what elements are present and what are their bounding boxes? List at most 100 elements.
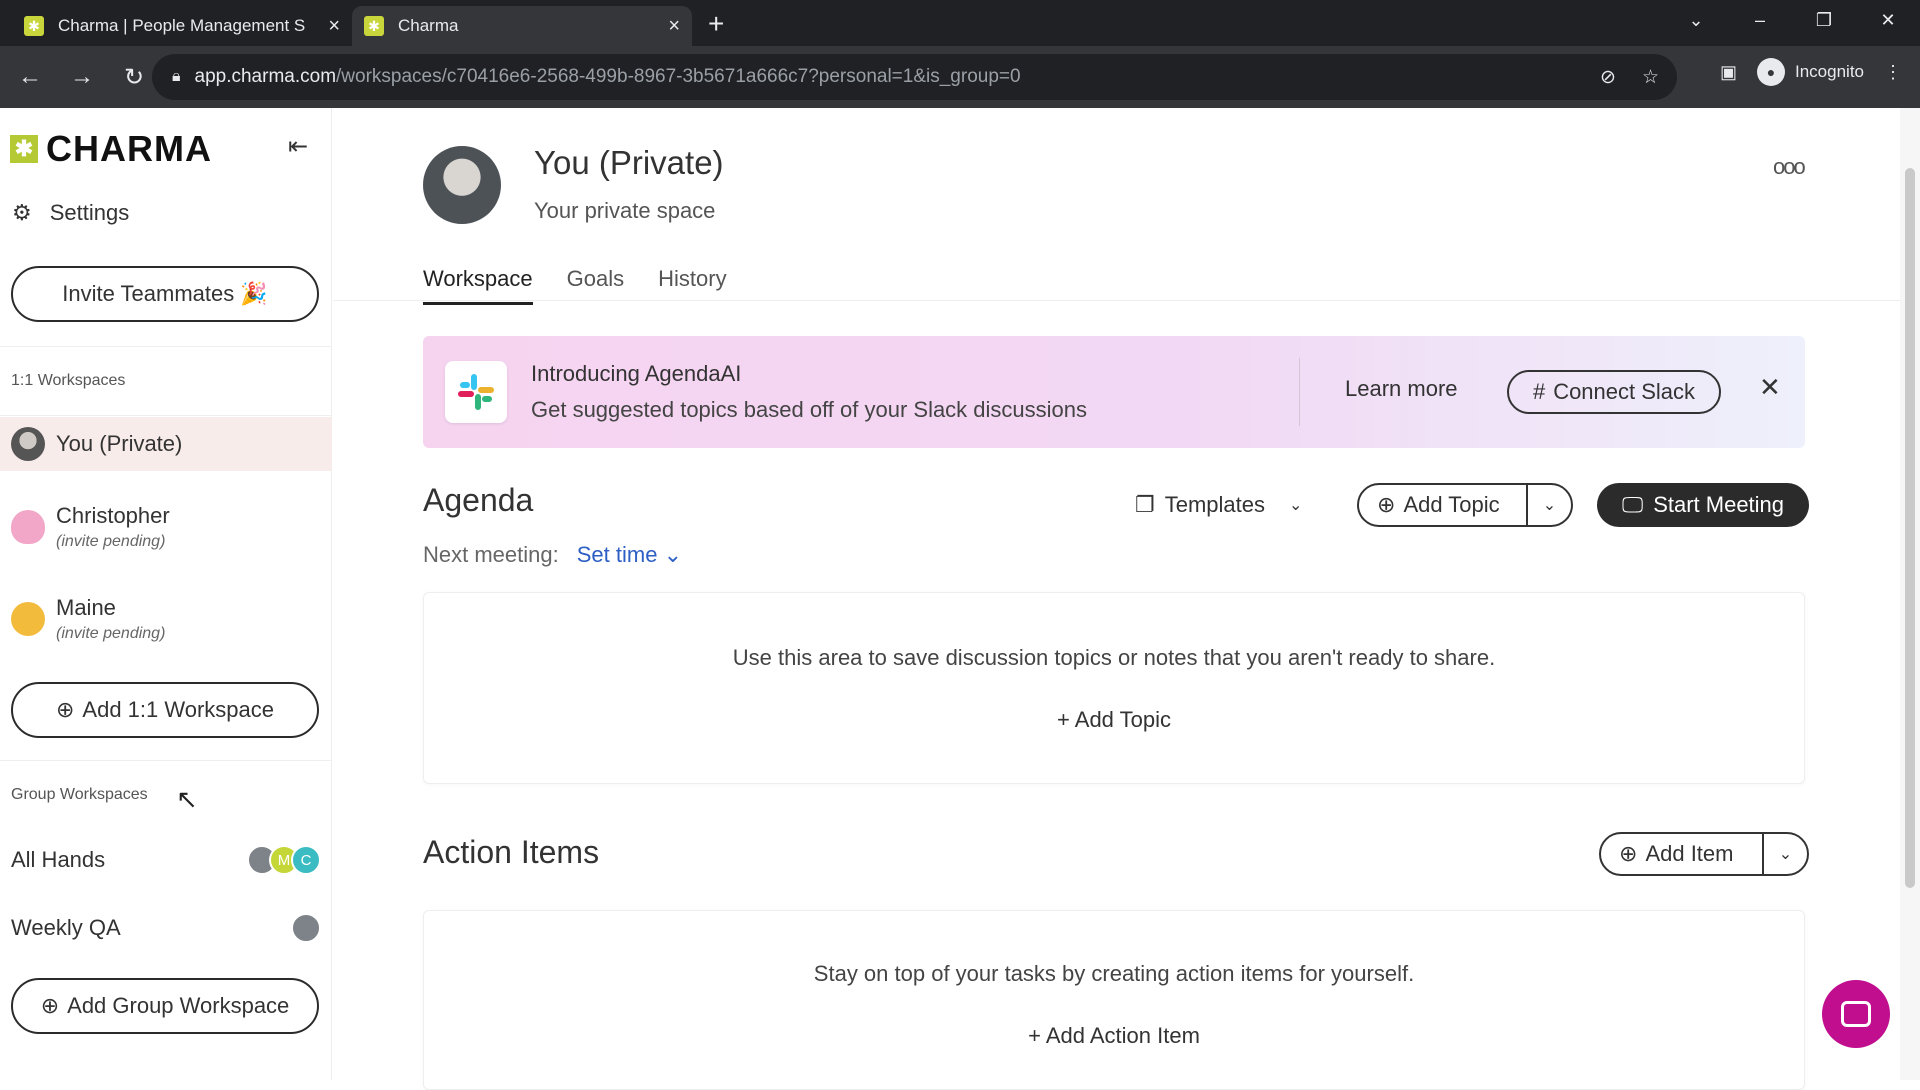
address-bar[interactable]: 🔒︎ app.charma.com/workspaces/c70416e6-25…: [152, 54, 1677, 100]
collapse-sidebar-icon[interactable]: ⇤: [288, 132, 308, 161]
close-tab-icon[interactable]: ×: [328, 15, 340, 38]
mouse-cursor-icon: ↖: [176, 784, 198, 814]
page-scrollbar[interactable]: [1900, 108, 1920, 1080]
add-topic-label: Add Topic: [1403, 492, 1500, 517]
url-path: /workspaces/c70416e6-2568-499b-8967-3b56…: [336, 66, 1021, 87]
invite-label: Invite Teammates 🎉: [62, 281, 268, 306]
group-workspaces-header: Group Workspaces: [11, 786, 148, 803]
divider: [0, 760, 332, 761]
monitor-icon: 🖵︎: [1621, 492, 1644, 517]
start-meeting-label: Start Meeting: [1653, 492, 1785, 517]
group-name: Weekly QA: [11, 915, 121, 940]
agenda-heading: Agenda: [423, 482, 534, 518]
tabs-divider: [333, 300, 1903, 301]
back-icon[interactable]: ←: [8, 63, 52, 91]
invite-status: (invite pending): [56, 625, 166, 642]
connect-slack-label: Connect Slack: [1553, 379, 1696, 404]
sidebar-item-all-hands[interactable]: All Hands M C: [11, 840, 321, 880]
action-items-empty-message: Stay on top of your tasks by creating ac…: [813, 961, 1415, 986]
settings-link[interactable]: ⚙ Settings: [12, 200, 129, 226]
sidebar-item-maine[interactable]: Maine (invite pending): [0, 586, 332, 652]
incognito-indicator[interactable]: ● Incognito: [1757, 58, 1864, 86]
lock-icon: 🔒︎: [172, 68, 181, 85]
workspace-name: You (Private): [56, 431, 183, 456]
plus-icon: +: [1057, 707, 1075, 732]
sidebar-item-weekly-qa[interactable]: Weekly QA: [11, 908, 321, 948]
close-window-icon[interactable]: ✕: [1856, 10, 1920, 31]
add-topic-dropdown-icon[interactable]: ⌄: [1528, 495, 1571, 515]
add-item-button[interactable]: ⊕ Add Item: [1601, 834, 1765, 874]
main-content: You (Private) Your private space ooo Wor…: [333, 108, 1903, 1090]
add-action-item-link[interactable]: + Add Action Item: [424, 1023, 1804, 1049]
add-workspace-label: Add 1:1 Workspace: [82, 697, 275, 722]
sidebar-item-christopher[interactable]: Christopher (invite pending): [0, 494, 332, 560]
browser-tab-1[interactable]: ✱ Charma | People Management S ×: [12, 6, 352, 46]
chat-launcher-button[interactable]: [1822, 980, 1890, 1048]
learn-more-link[interactable]: Learn more: [1345, 376, 1458, 402]
restore-icon[interactable]: ❐: [1792, 10, 1856, 31]
incognito-icon: ●: [1757, 58, 1785, 86]
add-one-on-one-workspace-button[interactable]: ⊕ Add 1:1 Workspace: [11, 682, 319, 738]
divider: [0, 346, 332, 347]
tab-search-icon[interactable]: ⌄: [1664, 10, 1728, 31]
avatar-stack: [291, 913, 321, 943]
banner-divider: [1299, 358, 1300, 426]
charma-favicon-icon: ✱: [24, 16, 44, 36]
page-title: You (Private): [534, 144, 724, 181]
invite-teammates-button[interactable]: Invite Teammates 🎉: [11, 266, 319, 322]
url-host: app.charma.com: [194, 66, 337, 87]
forward-icon[interactable]: →: [60, 63, 104, 91]
templates-dropdown[interactable]: ❐ Templates ⌄: [1135, 492, 1302, 518]
avatar: [11, 602, 45, 636]
new-tab-icon[interactable]: +: [708, 8, 724, 40]
sidebar: ✱ CHARMA ⇤ ⚙ Settings Invite Teammates 🎉…: [0, 108, 332, 1080]
close-tab-icon[interactable]: ×: [668, 15, 680, 38]
reload-icon[interactable]: ↻: [112, 63, 156, 92]
avatar: [11, 427, 45, 461]
group-name: All Hands: [11, 847, 106, 872]
set-time-dropdown[interactable]: Set time ⌄: [577, 542, 682, 568]
add-group-workspace-button[interactable]: ⊕ Add Group Workspace: [11, 978, 319, 1034]
workspace-name: Maine: [56, 595, 116, 620]
settings-label: Settings: [49, 200, 130, 225]
plus-icon: +: [1028, 1023, 1046, 1048]
sidebar-item-you-private[interactable]: You (Private): [0, 417, 332, 471]
add-topic-button[interactable]: ⊕ Add Topic: [1359, 485, 1528, 525]
agendaai-banner: Introducing AgendaAI Get suggested topic…: [423, 336, 1805, 448]
browser-menu-icon[interactable]: ⋮: [1884, 62, 1902, 83]
tab-title: Charma | People Management S: [58, 16, 306, 35]
window-controls: ⌄ – ❐ ✕: [1664, 0, 1920, 40]
gear-icon: ⚙: [12, 200, 32, 225]
add-item-label: Add Item: [1645, 841, 1734, 866]
minimize-icon[interactable]: –: [1728, 10, 1792, 31]
avatar: [291, 913, 321, 943]
close-banner-icon[interactable]: ✕: [1759, 372, 1781, 403]
plus-circle-icon: ⊕: [40, 993, 60, 1018]
agenda-card: Use this area to save discussion topics …: [423, 592, 1805, 784]
next-meeting-row: Next meeting: Set time ⌄: [423, 542, 682, 568]
templates-label: Templates: [1164, 492, 1266, 517]
add-topic-split-button: ⊕ Add Topic ⌄: [1357, 483, 1573, 527]
more-options-icon[interactable]: ooo: [1773, 154, 1806, 180]
avatar-stack: M C: [247, 845, 321, 875]
one-on-one-header: 1:1 Workspaces: [11, 372, 126, 389]
plus-circle-icon: ⊕: [1377, 492, 1396, 517]
bookmark-star-icon[interactable]: ☆: [1642, 66, 1659, 89]
banner-description: Get suggested topics based off of your S…: [531, 397, 1088, 422]
scrollbar-thumb[interactable]: [1905, 168, 1915, 888]
add-topic-link[interactable]: + Add Topic: [424, 707, 1804, 733]
invite-status: (invite pending): [56, 533, 166, 550]
slack-logo-icon: [445, 361, 507, 423]
next-meeting-label: Next meeting:: [423, 542, 559, 567]
chat-icon: [1841, 1001, 1871, 1027]
add-item-dropdown-icon[interactable]: ⌄: [1764, 844, 1807, 864]
start-meeting-button[interactable]: 🖵︎ Start Meeting: [1597, 483, 1809, 527]
connect-slack-button[interactable]: # Connect Slack: [1507, 370, 1721, 414]
charma-logo[interactable]: ✱ CHARMA: [10, 128, 212, 170]
browser-tab-2[interactable]: ✱ Charma ×: [352, 6, 692, 46]
action-items-heading: Action Items: [423, 834, 600, 870]
tracking-off-icon[interactable]: ⊘: [1600, 66, 1616, 89]
side-panel-icon[interactable]: ▣: [1720, 62, 1737, 83]
chevron-down-icon: ⌄: [1289, 497, 1303, 514]
logo-text: CHARMA: [46, 128, 212, 169]
